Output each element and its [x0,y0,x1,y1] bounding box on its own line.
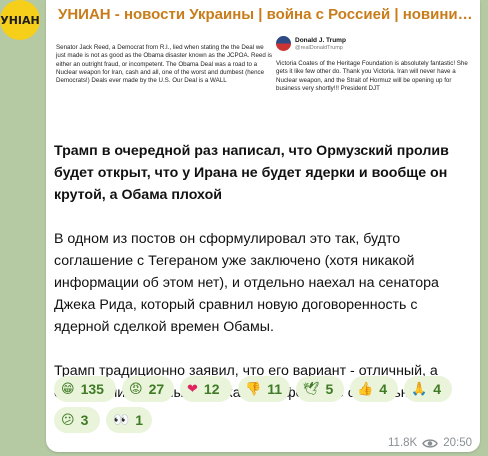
post-body: Трамп в очередной раз написал, что Ормуз… [54,140,472,404]
reaction-angry[interactable]: 😡 27 [122,376,174,402]
confused-face-icon: 😕 [61,412,75,428]
dove-icon: 🕊 [303,381,320,397]
message-bubble: УНИАН - новости Украины | война с Россие… [46,0,480,452]
thumbs-down-icon: 👎 [245,381,262,397]
tweet-avatar [276,36,291,51]
reaction-count: 4 [379,381,387,397]
reaction-dove[interactable]: 🕊 5 [296,376,344,402]
reaction-count: 12 [203,381,220,397]
thumbs-up-icon: 👍 [357,381,374,397]
reaction-thumbs-up[interactable]: 👍 4 [350,376,398,402]
tweet-header: Donald J. Trump @realDonaldTrump [276,36,476,58]
reaction-count: 4 [433,381,441,397]
reaction-count: 1 [135,412,143,428]
reaction-laughing[interactable]: 😁 135 [54,376,116,402]
reaction-count: 135 [80,381,104,397]
reaction-heart[interactable]: ❤ 12 [180,376,232,402]
post-paragraph: В одном из постов он сформулировал это т… [54,231,439,335]
laughing-face-icon: 😁 [61,381,75,397]
tweet-author-handle: @realDonaldTrump [295,45,343,51]
view-count: 11.8K [388,437,418,449]
folded-hands-icon: 🙏 [411,381,428,397]
channel-avatar[interactable]: УНІАН [0,0,40,40]
eye-icon [422,438,439,449]
channel-title[interactable]: УНИАН - новости Украины | война с Россие… [58,6,476,23]
reaction-count: 3 [80,412,89,428]
tweet-text: Victoria Coates of the Heritage Foundati… [276,60,468,92]
reaction-folded-hands[interactable]: 🙏 4 [404,376,452,402]
message-time: 20:50 [443,437,472,449]
message-meta: 11.8K 20:50 [388,437,472,449]
avatar-logo-text: УНІАН [0,13,40,27]
reaction-count: 27 [148,381,165,397]
post-image[interactable]: Senator Jack Reed, a Democrat from R.I.,… [46,30,480,120]
reaction-eyes[interactable]: 👀 1 [106,407,152,433]
eyes-icon: 👀 [113,412,130,428]
reaction-confused[interactable]: 😕 3 [54,407,100,433]
image-left-text: Senator Jack Reed, a Democrat from R.I.,… [56,44,272,85]
reaction-count: 11 [267,381,282,397]
red-heart-icon: ❤ [187,381,198,397]
tweet-author-name: Donald J. Trump [295,37,346,44]
angry-face-icon: 😡 [129,381,143,397]
post-headline: Трамп в очередной раз написал, что Ормуз… [54,143,449,203]
reaction-count: 5 [325,381,334,397]
reaction-thumbs-down[interactable]: 👎 11 [238,376,290,402]
